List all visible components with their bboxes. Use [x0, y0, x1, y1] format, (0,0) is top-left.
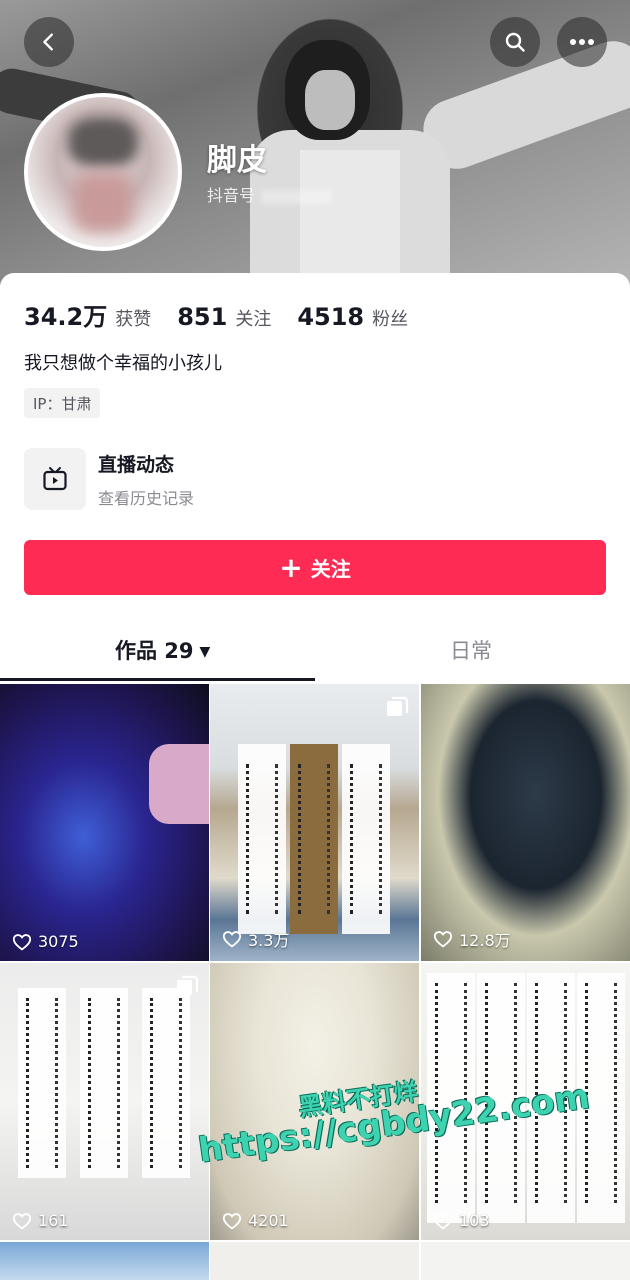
- like-count-value: 161: [38, 1211, 69, 1230]
- thumbnail-detail: [298, 764, 330, 914]
- thumbnail-detail: [238, 744, 286, 934]
- heart-outline-icon: [433, 931, 453, 948]
- follow-button-label: 关注: [310, 557, 351, 581]
- stat-value: 4518: [297, 303, 365, 331]
- like-count: 103: [433, 1211, 490, 1230]
- like-count: 3075: [12, 932, 79, 951]
- profile-bio: 我只想做个幸福的小孩儿: [24, 353, 222, 374]
- stat-label: 获赞: [115, 309, 152, 330]
- follow-button[interactable]: + 关注: [24, 540, 606, 595]
- multi-image-icon: [387, 696, 409, 716]
- caret-down-icon: ▼: [199, 644, 211, 660]
- plus-icon: +: [279, 550, 303, 584]
- heart-outline-icon: [12, 933, 32, 950]
- douyin-id[interactable]: 抖音号: [207, 182, 332, 206]
- live-icon-box: [24, 448, 86, 510]
- video-thumbnail[interactable]: 3.3万: [210, 684, 419, 961]
- chevron-left-icon: [43, 33, 53, 51]
- heart-outline-icon: [222, 931, 242, 948]
- like-count-value: 3.3万: [248, 931, 290, 950]
- stat-label: 关注: [235, 309, 272, 330]
- stat-likes[interactable]: 34.2万 获赞: [24, 297, 151, 332]
- cover-photo-detail: [305, 70, 355, 130]
- thumbnail-detail: [88, 998, 120, 1168]
- live-text: 直播动态 查看历史记录: [98, 450, 194, 509]
- live-subtitle: 查看历史记录: [98, 488, 195, 508]
- thumbnail-detail: [342, 744, 390, 934]
- tab-works-label: 作品 29: [115, 639, 194, 663]
- like-count: 161: [12, 1211, 69, 1230]
- like-count-value: 103: [459, 1211, 490, 1230]
- live-title: 直播动态: [98, 453, 175, 476]
- douyin-id-redacted: [261, 189, 332, 204]
- heart-outline-icon: [222, 1212, 242, 1229]
- douyin-id-label: 抖音号: [207, 186, 256, 205]
- like-count: 12.8万: [433, 927, 511, 951]
- multi-image-icon: [177, 975, 199, 995]
- profile-nickname: 脚皮: [207, 143, 267, 178]
- tab-works[interactable]: 作品 29 ▼: [115, 635, 210, 665]
- thumbnail-detail: [290, 744, 338, 934]
- more-dots-icon: [570, 39, 594, 45]
- video-thumbnail[interactable]: 3075: [0, 684, 209, 961]
- active-tab-indicator: [0, 678, 315, 681]
- video-thumbnail[interactable]: [421, 1242, 630, 1280]
- thumbnail-detail: [246, 764, 278, 914]
- like-count: 4201: [222, 1211, 289, 1230]
- like-count-value: 3075: [38, 932, 79, 951]
- search-button[interactable]: [490, 17, 540, 67]
- heart-outline-icon: [12, 1212, 32, 1229]
- like-count-value: 4201: [248, 1211, 289, 1230]
- tv-icon: [43, 467, 67, 491]
- thumbnail-detail: [80, 988, 128, 1178]
- avatar[interactable]: [24, 93, 182, 251]
- avatar-detail: [68, 117, 138, 167]
- thumbnail-detail: [26, 998, 58, 1168]
- stat-followers[interactable]: 4518 粉丝: [297, 303, 408, 331]
- stat-label: 粉丝: [372, 309, 409, 330]
- search-icon: [505, 32, 525, 52]
- stat-value: 34.2万: [24, 303, 108, 331]
- avatar-detail: [73, 172, 133, 232]
- thumbnail-detail: [150, 998, 182, 1168]
- video-thumbnail[interactable]: [0, 1242, 209, 1280]
- thumbnail-detail: [18, 988, 66, 1178]
- stat-value: 851: [177, 303, 228, 331]
- thumbnail-detail: [585, 983, 617, 1203]
- more-button[interactable]: [557, 17, 607, 67]
- content-tabs: 作品 29 ▼ 日常: [0, 623, 630, 683]
- ip-location-tag: IP：甘肃: [24, 388, 101, 418]
- thumbnail-detail: [142, 988, 190, 1178]
- profile-stats: 34.2万 获赞 851 关注 4518 粉丝: [24, 297, 434, 332]
- tab-daily[interactable]: 日常: [450, 635, 492, 665]
- back-button[interactable]: [24, 17, 74, 67]
- video-thumbnail[interactable]: 12.8万: [421, 684, 630, 961]
- thumbnail-detail: [350, 764, 382, 914]
- thumbnail-detail: [149, 744, 209, 824]
- stat-following[interactable]: 851 关注: [177, 303, 271, 331]
- like-count: 3.3万: [222, 927, 289, 951]
- heart-outline-icon: [433, 1212, 453, 1229]
- live-history-entry[interactable]: 直播动态 查看历史记录: [24, 448, 194, 510]
- video-thumbnail[interactable]: [210, 1242, 419, 1280]
- like-count-value: 12.8万: [459, 931, 511, 950]
- video-thumbnail[interactable]: 161: [0, 963, 209, 1240]
